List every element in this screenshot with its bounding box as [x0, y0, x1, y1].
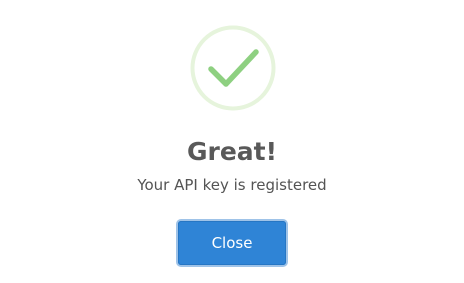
- success-dialog: Great! Your API key is registered Close: [0, 0, 464, 283]
- close-button-label: Close: [178, 221, 286, 265]
- check-circle-icon: [190, 25, 276, 111]
- dialog-title: Great!: [186, 137, 278, 166]
- dialog-message: Your API key is registered: [137, 176, 327, 194]
- close-button[interactable]: Close: [176, 219, 288, 267]
